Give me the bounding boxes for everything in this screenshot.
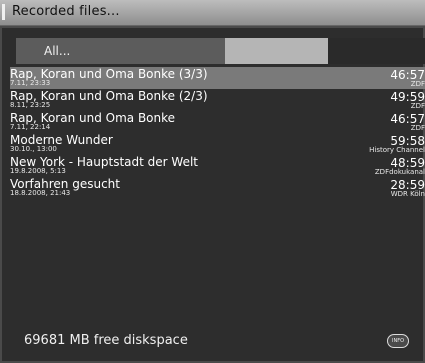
filter-tab-dark[interactable] [328,38,425,64]
recording-channel: History Channel [369,146,425,154]
recording-date: 19.8.2008, 5:13 [10,167,66,175]
title-bar: Recorded files... [0,0,425,26]
recording-row[interactable]: Rap, Koran und Oma Bonke (3/3) 7.11, 23:3… [10,67,425,89]
recording-date: 18.8.2008, 21:43 [10,189,71,197]
recording-channel: ZDF [410,80,425,88]
recording-row[interactable]: Rap, Koran und Oma Bonke 7.11, 22:14 46:57… [10,111,425,133]
recording-channel: ZDFdokukanal [374,168,425,176]
free-diskspace-label: 69681 MB free diskspace [24,333,188,348]
recording-date: 7.11, 22:14 [10,123,51,131]
recordings-list: Rap, Koran und Oma Bonke (3/3) 7.11, 23:3… [10,67,425,199]
recordings-panel: All... Rap, Koran und Oma Bonke (3/3) 7.1… [0,26,425,363]
recording-channel: ZDF [410,124,425,132]
title-bar-accent [2,4,5,20]
recording-date: 8.11, 23:25 [10,101,51,109]
window-title: Recorded files... [12,4,120,19]
recording-row[interactable]: Rap, Koran und Oma Bonke (2/3) 8.11, 23:2… [10,89,425,111]
recording-channel: WDR Köln [390,190,425,198]
recording-row[interactable]: New York - Hauptstadt der Welt 19.8.2008,… [10,155,425,177]
filter-tab-light[interactable] [225,38,328,64]
recording-date: 7.11, 23:33 [10,79,51,87]
recording-row[interactable]: Moderne Wunder 30.10., 13:00 59:58 History … [10,133,425,155]
filter-bar: All... [16,38,425,64]
info-button[interactable]: INFO [387,334,409,348]
recorded-files-window: Recorded files... All... Rap, Koran und … [0,0,425,363]
recording-row[interactable]: Vorfahren gesucht 18.8.2008, 21:43 28:59 WD… [10,177,425,199]
recording-date: 30.10., 13:00 [10,145,57,153]
recording-channel: ZDF [410,102,425,110]
filter-all-button[interactable]: All... [16,38,225,64]
